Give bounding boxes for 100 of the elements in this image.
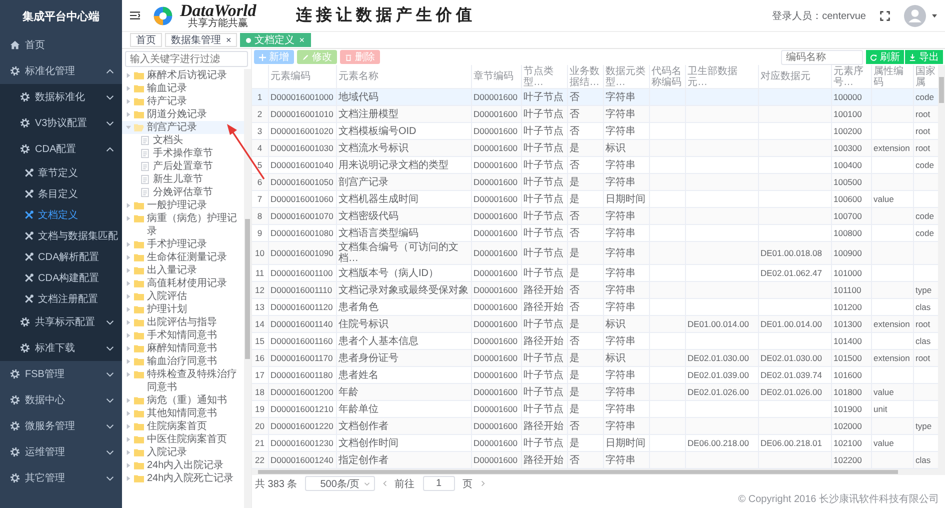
table-row[interactable]: 4 D000016001030 文档流水号标识 D00001600 叶子节点 是 标识 100300 extension root	[252, 140, 938, 157]
tree-item[interactable]: 手术操作章节	[122, 147, 244, 160]
tree-item[interactable]: 住院病案首页	[122, 420, 244, 433]
avatar-icon[interactable]	[904, 4, 926, 26]
tree-item[interactable]: 特殊检查及特殊治疗同意书	[122, 368, 244, 394]
filter-field[interactable]: 输入关键字进行过滤	[125, 51, 248, 67]
menu-item[interactable]: 微服务管理	[0, 413, 122, 439]
table-cell: 101900	[834, 404, 862, 414]
menu-item[interactable]: 标准下载	[0, 335, 122, 361]
tree-item[interactable]: 分娩评估章节	[122, 186, 244, 199]
table-cell: 字符串	[606, 404, 636, 415]
tree-item[interactable]: 中医住院病案首页	[122, 433, 244, 446]
next-page-icon[interactable]	[480, 480, 485, 488]
table-row[interactable]: 8 D000016001070 文档密级代码 D00001600 叶子节点 否 字符串 100700 code	[252, 208, 938, 225]
menu-item[interactable]: 运维管理	[0, 439, 122, 465]
previous-page-icon[interactable]	[382, 480, 387, 488]
tree-item[interactable]: 手术护理记录	[122, 238, 244, 251]
gear-icon	[20, 343, 30, 353]
tree-item[interactable]: 一般护理记录	[122, 199, 244, 212]
tree-item[interactable]: 手术知情同意书	[122, 329, 244, 342]
tree-item[interactable]: 高值耗材使用记录	[122, 277, 244, 290]
tree-item[interactable]: 入院评估	[122, 290, 244, 303]
table-cell: D000016001000	[270, 92, 334, 102]
tree-item[interactable]: 24h内入院死亡记录	[122, 472, 244, 485]
menu-item[interactable]: 条目定义	[0, 183, 122, 204]
tree-item[interactable]: 其他知情同意书	[122, 407, 244, 420]
tree-item[interactable]: 麻醉知情同意书	[122, 342, 244, 355]
tools-icon	[24, 252, 34, 262]
tree-item[interactable]: 待产记录	[122, 95, 244, 108]
tree-item[interactable]: 麻醉术后访视记录	[122, 69, 244, 82]
scrollbar[interactable]	[244, 69, 251, 508]
menu-item[interactable]: 文档注册配置	[0, 288, 122, 309]
menu-icon[interactable]	[130, 11, 140, 20]
table-cell: 字符串	[606, 108, 636, 120]
table-row[interactable]: 20 D000016001220 文档创作者 D00001600 路径开始 否 字符串 102000 type	[252, 418, 938, 435]
table-row[interactable]: 12 D000016001110 文档记录对象或最终受保对象 D00001600 路径开始 否 字符串 101100 type	[252, 282, 938, 299]
gear-icon	[20, 118, 30, 128]
tab[interactable]: 数据集管理 ×	[165, 33, 238, 47]
menu-item[interactable]: 首页	[0, 32, 122, 58]
table-cell: D000016001160	[270, 336, 333, 346]
table-row[interactable]: 2 D000016001010 文档注册模型 D00001600 叶子节点 否 字符串 100100 root	[252, 106, 938, 123]
logo-tagline: 共享方能共赢	[188, 19, 248, 29]
tree-item[interactable]: 入院记录	[122, 446, 244, 459]
scrollbar[interactable]	[938, 65, 945, 470]
tree-item[interactable]: 输血治疗同意书	[122, 355, 244, 368]
page-unit: 页	[462, 478, 473, 491]
plus-icon	[259, 54, 266, 61]
tab[interactable]: 首页	[130, 33, 162, 47]
menu-item[interactable]: V3协议配置	[0, 110, 122, 136]
table-cell: 否	[570, 92, 580, 103]
tree-item[interactable]: 出入量记录	[122, 264, 244, 277]
tree-item[interactable]: 24h内入出院记录	[122, 459, 244, 472]
table-row[interactable]: 18 D000016001200 年龄 D00001600 叶子节点 是 字符串 DE02.01.026.00 DE02.01.026.00 101800 value	[252, 384, 938, 401]
table-cell: 否	[570, 454, 580, 466]
menu-item[interactable]: 数据标准化	[0, 84, 122, 110]
tree-item[interactable]: 病危（重）通知书	[122, 394, 244, 407]
tree-item[interactable]: 文档头	[122, 134, 244, 147]
menu-item[interactable]: 章节定义	[0, 162, 122, 183]
page-input[interactable]: 1	[422, 476, 455, 492]
table-row[interactable]: 6 D000016001050 剖宫产记录 D00001600 叶子节点 是 字符串 100500	[252, 174, 938, 191]
table-cell: 叶子节点	[524, 108, 564, 120]
menu-item[interactable]: CDA构建配置	[0, 267, 122, 288]
menu-item[interactable]: 文档定义	[0, 204, 122, 225]
menu-item[interactable]: FSB管理	[0, 361, 122, 387]
tree-item[interactable]: 新生儿章节	[122, 173, 244, 186]
tree-item[interactable]: 出院评估与指导	[122, 316, 244, 329]
tree-item[interactable]: 产后处置章节	[122, 160, 244, 173]
table-row[interactable]: 16 D000016001170 患者身份证号 D00001600 叶子节点 是 标识 DE02.01.030.00 DE02.01.030.00 101500 extension root	[252, 350, 938, 367]
table-cell: code	[916, 210, 934, 221]
tree-item[interactable]: 护理计划	[122, 303, 244, 316]
menu-item[interactable]: 其它管理	[0, 465, 122, 491]
scrollbar[interactable]	[252, 469, 945, 476]
table-cell: 叶子节点	[524, 92, 564, 103]
table-cell: 文档记录对象或最终受保对象	[338, 284, 468, 296]
fullscreen-icon[interactable]	[880, 10, 890, 20]
table-row[interactable]: 22 D000016001240 指定创作者 D00001600 路径开始 否 字符串 102200 clas	[252, 452, 938, 469]
menu-item[interactable]: 文档与数据集匹配	[0, 225, 122, 246]
tree-item[interactable]: 病重（病危）护理记录	[122, 212, 244, 238]
menu-item[interactable]: 数据中心	[0, 387, 122, 413]
table-cell: value	[874, 438, 894, 448]
menu-item[interactable]: 共享标示配置	[0, 309, 122, 335]
menu-item[interactable]: CDA解析配置	[0, 246, 122, 267]
menu-item[interactable]: 标准化管理	[0, 58, 122, 84]
table-cell: D00001600	[474, 370, 518, 380]
tree-item[interactable]: 输血记录	[122, 82, 244, 95]
table-cell: 2	[257, 108, 262, 119]
table-cell: 路径开始	[524, 302, 564, 313]
table-row[interactable]: 14 D000016001140 住院号标识 D00001600 叶子节点 是 标识 DE01.00.014.00 DE01.00.014.00 101300 extension root	[252, 316, 938, 333]
tree-item[interactable]: 阴道分娩记录	[122, 108, 244, 121]
tree-item[interactable]: 剖宫产记录	[122, 121, 244, 134]
table-row[interactable]: 1 D000016001000 地域代码 D00001600 叶子节点 否 字符串 100000 code	[252, 88, 938, 106]
caret-icon[interactable]	[932, 14, 937, 18]
page-size-select[interactable]: 500条/页	[305, 476, 375, 492]
search-field[interactable]: 编码名称	[781, 50, 863, 65]
table-cell: root	[916, 142, 930, 153]
chevron-icon	[106, 398, 114, 402]
table-cell: D000016001100	[270, 268, 333, 278]
tree-item[interactable]: 生命体征测量记录	[122, 251, 244, 264]
menu-item[interactable]: CDA配置	[0, 136, 122, 162]
table-cell: D000016001170	[270, 352, 333, 363]
